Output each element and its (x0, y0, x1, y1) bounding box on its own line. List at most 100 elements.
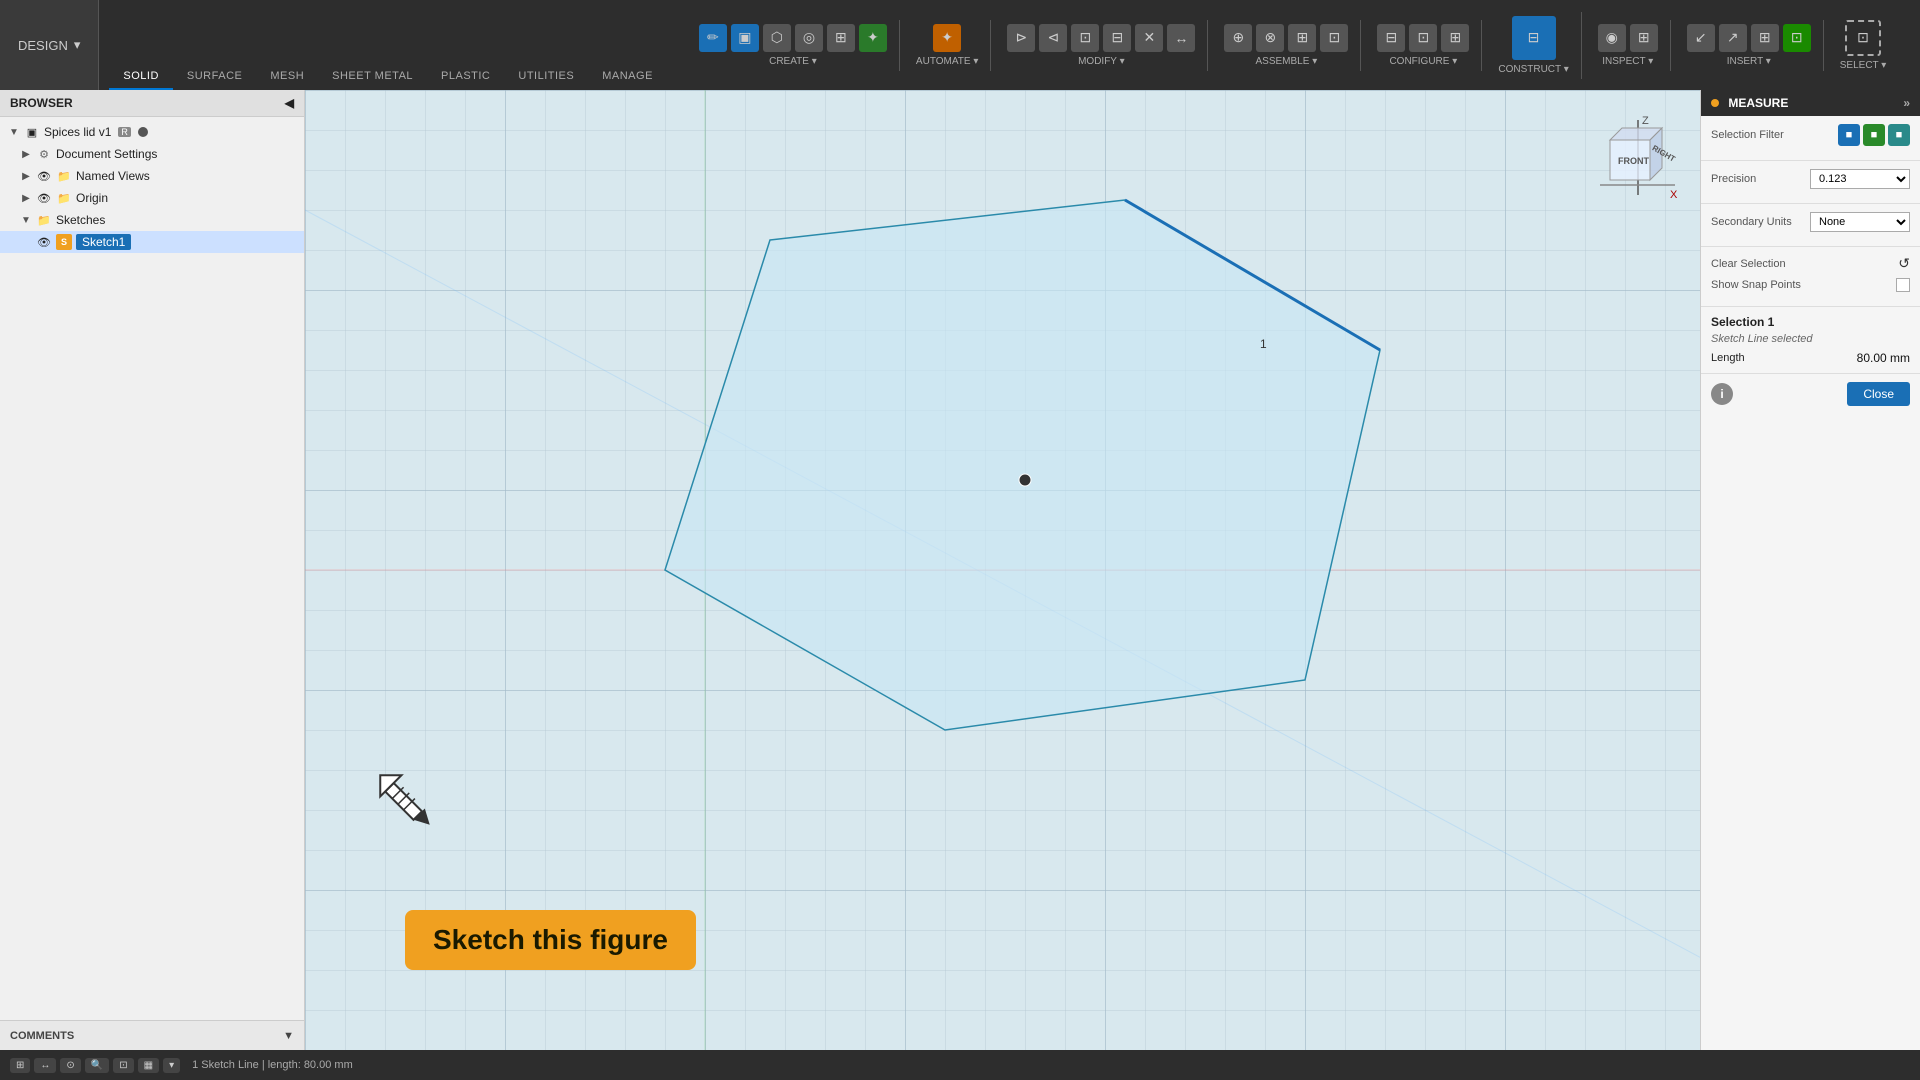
insert-4[interactable]: ⊡ (1783, 24, 1811, 52)
doc-settings-toggle[interactable]: ▶ (20, 148, 32, 160)
sketch1-label: Sketch1 (76, 234, 131, 250)
create-loft-icon[interactable]: ◎ (795, 24, 823, 52)
view-cube[interactable]: Z X FRONT RIGHT (1590, 110, 1685, 205)
origin-toggle[interactable]: ▶ (20, 192, 32, 204)
status-zoom-icon[interactable]: 🔍 (85, 1058, 109, 1073)
measure-dot (1711, 99, 1719, 107)
comments-bar: COMMENTS ▼ (0, 1020, 305, 1050)
inspect-1[interactable]: ◉ (1598, 24, 1626, 52)
status-extra-icon[interactable]: ▾ (163, 1058, 180, 1073)
length-label: Length (1711, 352, 1745, 364)
insert-3[interactable]: ⊞ (1751, 24, 1779, 52)
tab-surface[interactable]: SURFACE (173, 64, 256, 90)
insert-group[interactable]: ↙ ↗ ⊞ ⊡ INSERT ▾ (1675, 20, 1824, 71)
precision-row: Precision 0.123 (1711, 169, 1910, 189)
modify-group[interactable]: ⊳ ⊲ ⊡ ⊟ ✕ ↔ MODIFY ▾ (995, 20, 1208, 71)
browser-collapse-icon[interactable]: ◀ (285, 96, 294, 110)
design-button[interactable]: DESIGN ▾ (0, 0, 99, 90)
select-icon[interactable]: ⊡ (1845, 20, 1881, 56)
tree-root[interactable]: ▼ ▣ Spices lid v1 R (0, 121, 304, 143)
filter-btn-1[interactable]: ■ (1838, 124, 1860, 146)
tab-sheetmetal[interactable]: SHEET METAL (318, 64, 427, 90)
tab-utilities[interactable]: UTILITIES (504, 64, 588, 90)
create-solid-icon[interactable]: ▣ (731, 24, 759, 52)
modify-move-icon[interactable]: ↔ (1167, 24, 1195, 52)
close-button[interactable]: Close (1847, 382, 1910, 406)
assemble-2[interactable]: ⊗ (1256, 24, 1284, 52)
assemble-group[interactable]: ⊕ ⊗ ⊞ ⊡ ASSEMBLE ▾ (1212, 20, 1361, 71)
assemble-label: ASSEMBLE ▾ (1256, 56, 1318, 67)
inspect-2[interactable]: ⊞ (1630, 24, 1658, 52)
show-snap-row: Show Snap Points (1711, 278, 1910, 292)
insert-1[interactable]: ↙ (1687, 24, 1715, 52)
selection-1-header: Selection 1 (1711, 315, 1910, 329)
filter-btn-3[interactable]: ■ (1888, 124, 1910, 146)
tab-mesh[interactable]: MESH (256, 64, 318, 90)
tree-named-views[interactable]: ▶ 👁 📁 Named Views (0, 165, 304, 187)
automate-icon[interactable]: ✦ (933, 24, 961, 52)
toolbar: DESIGN ▾ SOLID SURFACE MESH SHEET METAL … (0, 0, 1920, 90)
modify-push-icon[interactable]: ⊳ (1007, 24, 1035, 52)
status-view-icon[interactable]: ⊡ (113, 1058, 133, 1073)
precision-select[interactable]: 0.123 (1810, 169, 1910, 189)
comments-toggle[interactable]: ▼ (283, 1030, 294, 1042)
named-views-toggle[interactable]: ▶ (20, 170, 32, 182)
status-orbit-icon[interactable]: ⊙ (60, 1058, 80, 1073)
center-point (1019, 474, 1031, 486)
tree-sketches[interactable]: ▼ 📁 Sketches (0, 209, 304, 231)
named-views-eye-icon: 👁 (36, 168, 52, 184)
select-group[interactable]: ⊡ SELECT ▾ (1828, 16, 1899, 75)
sketches-toggle[interactable]: ▼ (20, 214, 32, 226)
automate-group[interactable]: ✦ AUTOMATE ▾ (904, 20, 991, 71)
modify-fillet-icon[interactable]: ⊡ (1071, 24, 1099, 52)
filter-btn-2[interactable]: ■ (1863, 124, 1885, 146)
status-grid-icon[interactable]: ⊞ (10, 1058, 30, 1073)
create-revolve-icon[interactable]: ⬡ (763, 24, 791, 52)
clear-selection-button[interactable]: ↺ (1898, 255, 1910, 272)
tab-plastic[interactable]: PLASTIC (427, 64, 504, 90)
secondary-units-select[interactable]: None (1810, 212, 1910, 232)
tree-sketch1[interactable]: 👁 S Sketch1 (0, 231, 304, 253)
modify-split-icon[interactable]: ✕ (1135, 24, 1163, 52)
assemble-4[interactable]: ⊡ (1320, 24, 1348, 52)
configure-2[interactable]: ⊡ (1409, 24, 1437, 52)
tab-solid[interactable]: SOLID (109, 64, 173, 90)
status-display-icon[interactable]: ▦ (138, 1058, 159, 1073)
toolbar-tabs: SOLID SURFACE MESH SHEET METAL PLASTIC U… (99, 0, 677, 90)
assemble-1[interactable]: ⊕ (1224, 24, 1252, 52)
tree-origin[interactable]: ▶ 👁 📁 Origin (0, 187, 304, 209)
tree-doc-settings[interactable]: ▶ ⚙ Document Settings (0, 143, 304, 165)
secondary-units-row: Secondary Units None (1711, 212, 1910, 232)
svg-text:FRONT: FRONT (1618, 156, 1649, 166)
point-label-1: 1 (1260, 337, 1267, 351)
measure-panel: MEASURE » Selection Filter ■ ■ ■ Precisi… (1700, 90, 1920, 1050)
construct-group[interactable]: ⊟ CONSTRUCT ▾ (1486, 12, 1581, 79)
create-extra-icon[interactable]: ✦ (859, 24, 887, 52)
insert-2[interactable]: ↗ (1719, 24, 1747, 52)
root-toggle[interactable]: ▼ (8, 126, 20, 138)
create-group[interactable]: ✏ ▣ ⬡ ◎ ⊞ ✦ CREATE ▾ (687, 20, 900, 71)
modify-chamfer-icon[interactable]: ⊟ (1103, 24, 1131, 52)
sketches-label: Sketches (56, 213, 105, 227)
construct-icon[interactable]: ⊟ (1512, 16, 1556, 60)
tab-manage[interactable]: MANAGE (588, 64, 667, 90)
panel-bottom-row: i Close (1701, 374, 1920, 414)
assemble-3[interactable]: ⊞ (1288, 24, 1316, 52)
root-tag-dot (138, 127, 148, 137)
length-row: Length 80.00 mm (1711, 351, 1910, 365)
snap-checkbox[interactable] (1896, 278, 1910, 292)
create-sketch-icon[interactable]: ✏ (699, 24, 727, 52)
sketch-line-selected: Sketch Line selected (1711, 333, 1910, 345)
configure-3[interactable]: ⊞ (1441, 24, 1469, 52)
inspect-group[interactable]: ◉ ⊞ INSPECT ▾ (1586, 20, 1671, 71)
info-button[interactable]: i (1711, 383, 1733, 405)
configure-group[interactable]: ⊟ ⊡ ⊞ CONFIGURE ▾ (1365, 20, 1482, 71)
main-canvas[interactable]: 1 Z X FRONT RIGHT (305, 90, 1700, 1050)
configure-1[interactable]: ⊟ (1377, 24, 1405, 52)
create-pattern-icon[interactable]: ⊞ (827, 24, 855, 52)
status-move-icon[interactable]: ↔ (34, 1058, 56, 1073)
panel-expand-icon[interactable]: » (1903, 96, 1910, 110)
named-views-folder-icon: 📁 (56, 168, 72, 184)
modify-shell-icon[interactable]: ⊲ (1039, 24, 1067, 52)
show-snap-label: Show Snap Points (1711, 279, 1801, 291)
